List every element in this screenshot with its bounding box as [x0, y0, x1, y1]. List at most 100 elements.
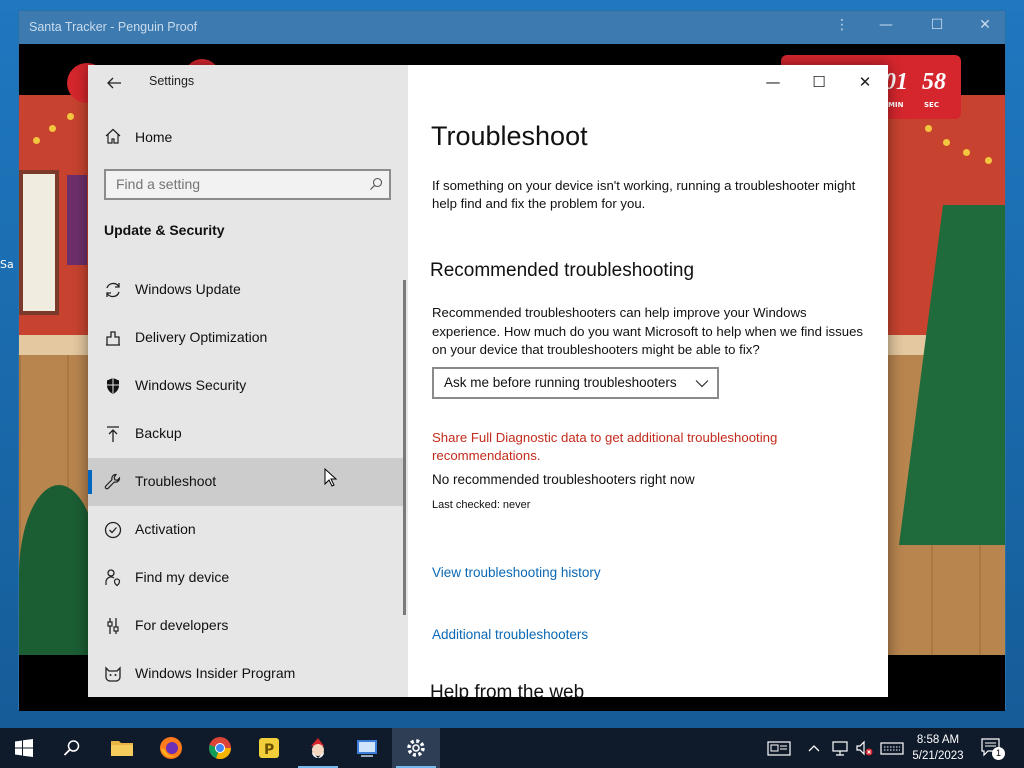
last-checked-text: Last checked: never — [432, 499, 531, 511]
mouse-cursor-icon — [324, 468, 338, 487]
light-bulb — [925, 125, 932, 132]
notification-count-badge: 1 — [992, 747, 1005, 760]
nav-item-label: Windows Security — [135, 377, 247, 393]
settings-button[interactable] — [392, 728, 440, 768]
svg-text:P: P — [264, 742, 274, 758]
chevron-down-icon — [695, 380, 709, 388]
nav-item-find-my-device[interactable]: Find my device — [88, 554, 406, 602]
volume-muted-icon[interactable] — [854, 738, 874, 758]
additional-troubleshooters-link[interactable]: Additional troubleshooters — [432, 627, 588, 642]
settings-app-title: Settings — [149, 74, 195, 88]
file-explorer-button[interactable] — [98, 728, 146, 768]
settings-gear-icon — [407, 739, 425, 757]
scene-picture-frame — [67, 175, 87, 265]
file-explorer-icon — [111, 741, 133, 756]
santa-tracker-button[interactable] — [294, 728, 342, 768]
search-input[interactable] — [116, 176, 356, 192]
backup-arrow-icon — [107, 426, 119, 442]
chevron-up-icon[interactable] — [806, 738, 822, 758]
nav-item-label: Windows Insider Program — [135, 665, 296, 681]
network-app-button[interactable] — [343, 728, 391, 768]
sidebar-scrollbar[interactable] — [403, 280, 406, 615]
nav-item-windows-update[interactable]: Windows Update — [88, 266, 406, 314]
santa-app-icon — [311, 738, 324, 758]
nav-home[interactable]: Home — [88, 121, 406, 155]
settings-sidebar: Settings Home Update & Security Windows … — [88, 65, 408, 697]
shield-icon — [107, 378, 119, 394]
countdown-seconds: 58 — [922, 69, 946, 95]
countdown-minutes-label: MIN — [888, 101, 904, 109]
nav-item-label: Backup — [135, 425, 182, 441]
wrench-icon — [104, 473, 121, 490]
nav-item-delivery-optimization[interactable]: Delivery Optimization — [88, 314, 406, 362]
settings-search-box[interactable] — [104, 169, 391, 200]
nav-item-label: Find my device — [135, 569, 230, 585]
developer-sliders-icon — [107, 618, 119, 634]
nav-item-backup[interactable]: Backup — [88, 410, 406, 458]
more-options-icon[interactable]: ⋮ — [827, 17, 857, 33]
search-icon — [63, 740, 80, 756]
search-icon[interactable] — [369, 177, 383, 191]
close-button[interactable]: ✕ — [970, 17, 1000, 33]
refresh-icon — [106, 282, 120, 298]
nav-item-label: Windows Update — [135, 281, 241, 297]
firefox-icon — [160, 737, 182, 759]
pdf-app-button[interactable]: P — [245, 728, 293, 768]
share-diagnostic-data-link[interactable]: Share Full Diagnostic data to get additi… — [432, 429, 852, 465]
scene-bush — [19, 485, 99, 655]
windows-logo-icon — [15, 739, 33, 757]
recommended-heading: Recommended troubleshooting — [430, 260, 695, 281]
chrome-button[interactable] — [196, 728, 244, 768]
back-button[interactable] — [102, 71, 126, 95]
firefox-button[interactable] — [147, 728, 195, 768]
maximize-button[interactable]: ☐ — [799, 71, 839, 95]
recommended-description: Recommended troubleshooters can help imp… — [432, 305, 864, 357]
section-title: Update & Security — [104, 222, 225, 238]
back-arrow-icon — [107, 77, 121, 89]
selected-indicator — [88, 470, 92, 494]
settings-content: — ☐ ✕ Troubleshoot If something on your … — [408, 65, 888, 697]
network-app-icon — [357, 740, 377, 757]
light-bulb — [33, 137, 40, 144]
nav-item-label: Delivery Optimization — [135, 329, 268, 345]
nav-item-troubleshoot[interactable]: Troubleshoot — [88, 458, 406, 506]
pdf-app-icon: P — [259, 738, 279, 758]
nav-home-label: Home — [135, 129, 173, 145]
nav-item-label: Activation — [135, 521, 196, 537]
taskbar-search-button[interactable] — [48, 728, 96, 768]
light-bulb — [963, 149, 970, 156]
keyboard-icon[interactable] — [880, 738, 904, 758]
tray-clock[interactable]: 8:58 AM 5/21/2023 — [905, 732, 971, 764]
home-icon — [105, 128, 121, 144]
tray-date: 5/21/2023 — [912, 750, 964, 762]
task-view-news-icon[interactable] — [766, 738, 792, 758]
nav-item-for-developers[interactable]: For developers — [88, 602, 406, 650]
troubleshooting-preference-dropdown[interactable]: Ask me before running troubleshooters — [432, 367, 719, 399]
desktop-icon-label[interactable]: Sa — [0, 258, 18, 271]
minimize-button[interactable]: — — [753, 71, 793, 95]
dropdown-selected-value: Ask me before running troubleshooters — [444, 375, 677, 390]
light-bulb — [943, 139, 950, 146]
nav-item-activation[interactable]: Activation — [88, 506, 406, 554]
delivery-icon — [106, 331, 120, 346]
network-icon[interactable] — [830, 738, 850, 758]
page-intro: If something on your device isn't workin… — [432, 178, 856, 211]
light-bulb — [49, 125, 56, 132]
insider-cat-icon — [105, 666, 121, 682]
page-title: Troubleshoot — [431, 121, 588, 151]
close-button[interactable]: ✕ — [845, 71, 885, 95]
person-location-icon — [105, 569, 121, 587]
view-history-link[interactable]: View troubleshooting history — [432, 565, 601, 580]
nav-item-windows-security[interactable]: Windows Security — [88, 362, 406, 410]
light-bulb — [985, 157, 992, 164]
nav-item-windows-insider-program[interactable]: Windows Insider Program — [88, 650, 406, 698]
minimize-button[interactable]: — — [871, 17, 901, 33]
help-from-web-heading: Help from the web — [430, 682, 585, 697]
check-circle-icon — [104, 521, 122, 539]
start-button[interactable] — [0, 728, 48, 768]
settings-window: Settings Home Update & Security Windows … — [88, 65, 888, 697]
chrome-icon — [209, 737, 232, 760]
notification-center-button[interactable]: 1 — [980, 736, 1006, 760]
countdown-seconds-label: SEC — [924, 101, 939, 109]
maximize-button[interactable]: ☐ — [922, 17, 952, 33]
